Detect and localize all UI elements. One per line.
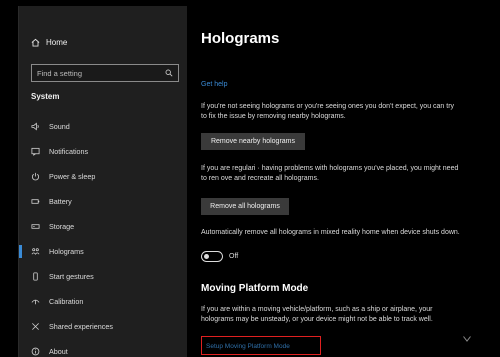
remove-nearby-holograms-button[interactable]: Remove nearby holograms	[201, 133, 305, 150]
remove-nearby-description: If you're not seeing holograms or you're…	[201, 103, 455, 120]
sidebar-item-sound[interactable]: Sound	[19, 114, 187, 139]
sidebar-item-shared-experiences[interactable]: Shared experiences	[19, 314, 187, 339]
sidebar-item-calibration[interactable]: Calibration	[19, 289, 187, 314]
sidebar-item-label: Shared experiences	[49, 322, 113, 331]
get-help-link[interactable]: Get help	[201, 81, 227, 88]
settings-window: Home Find a setting System Sound Notific…	[18, 6, 479, 357]
setup-link-highlight: Setup Moving Platform Mode	[201, 336, 321, 355]
battery-icon	[31, 197, 40, 206]
setup-moving-platform-link[interactable]: Setup Moving Platform Mode	[206, 343, 290, 350]
sidebar-item-notifications[interactable]: Notifications	[19, 139, 187, 164]
sidebar-item-battery[interactable]: Battery	[19, 189, 187, 214]
sidebar-item-label: About	[49, 347, 68, 356]
sidebar-nav: Sound Notifications Power & sleep Batter…	[19, 114, 187, 357]
gesture-icon	[31, 272, 40, 281]
info-icon	[31, 347, 40, 356]
home-link[interactable]: Home	[31, 38, 67, 47]
sidebar-item-storage[interactable]: Storage	[19, 214, 187, 239]
sidebar-item-label: Holograms	[49, 247, 84, 256]
home-icon	[31, 38, 40, 47]
home-label: Home	[46, 38, 68, 47]
sidebar: Home Find a setting System Sound Notific…	[19, 6, 187, 357]
auto-remove-toggle[interactable]	[201, 251, 223, 262]
sidebar-item-holograms[interactable]: Holograms	[19, 239, 187, 264]
sidebar-item-label: Storage	[49, 222, 75, 231]
auto-remove-description: Automatically remove all holograms in mi…	[201, 229, 460, 236]
storage-icon	[31, 222, 40, 231]
sidebar-item-label: Power & sleep	[49, 172, 96, 181]
page-title: Holograms	[201, 30, 280, 47]
toggle-state-label: Off	[229, 253, 239, 260]
sidebar-item-label: Start gestures	[49, 272, 94, 281]
section-heading-moving-platform: Moving Platform Mode	[201, 283, 309, 294]
remove-all-holograms-button[interactable]: Remove all holograms	[201, 198, 289, 215]
shared-icon	[31, 322, 40, 331]
speaker-icon	[31, 122, 40, 131]
search-placeholder: Find a setting	[37, 68, 83, 78]
sidebar-item-power[interactable]: Power & sleep	[19, 164, 187, 189]
scroll-down-arrow-icon[interactable]	[463, 336, 471, 342]
auto-remove-toggle-row: Off	[201, 251, 238, 262]
notification-icon	[31, 147, 40, 156]
calibration-icon	[31, 297, 40, 306]
search-input[interactable]: Find a setting	[31, 64, 179, 82]
power-icon	[31, 172, 40, 181]
section-title: System	[31, 92, 60, 101]
sidebar-item-label: Battery	[49, 197, 72, 206]
moving-platform-description: If you are within a moving vehicle/platf…	[201, 306, 433, 323]
holograms-icon	[31, 247, 40, 256]
sidebar-item-start-gestures[interactable]: Start gestures	[19, 264, 187, 289]
main-content: Holograms Get help If you're not seeing …	[187, 6, 479, 357]
sidebar-item-label: Sound	[49, 122, 70, 131]
sidebar-item-label: Notifications	[49, 147, 89, 156]
sidebar-item-label: Calibration	[49, 297, 84, 306]
sidebar-item-about[interactable]: About	[19, 339, 187, 357]
remove-all-description: If you are regulari · having problems wi…	[201, 165, 459, 182]
screen-frame: Home Find a setting System Sound Notific…	[0, 0, 500, 357]
search-icon	[165, 69, 173, 77]
